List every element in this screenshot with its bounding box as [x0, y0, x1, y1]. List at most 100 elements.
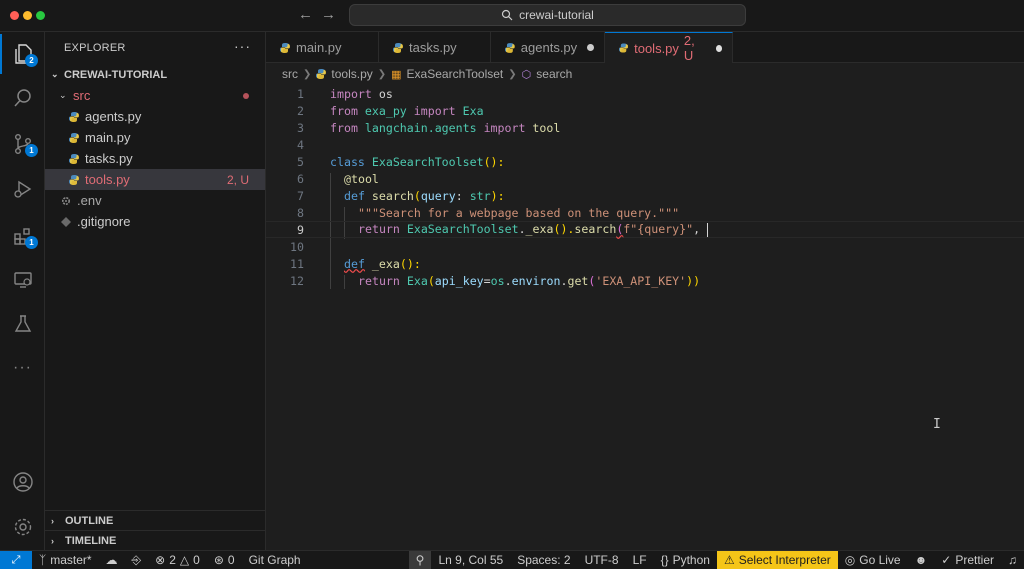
- accounts-activity[interactable]: [0, 462, 45, 502]
- code-line: 1 import os: [266, 85, 1024, 102]
- gear-icon: [61, 196, 71, 205]
- select-interpreter-button[interactable]: ⚠ Select Interpreter: [716, 550, 838, 569]
- bell-icon: ♫: [1008, 553, 1017, 567]
- ports-status[interactable]: ⊛ 0: [207, 551, 242, 569]
- python-file-icon: [505, 42, 515, 53]
- manage-activity[interactable]: [0, 507, 45, 547]
- unsaved-dot[interactable]: [587, 44, 594, 51]
- explorer-more-button[interactable]: ···: [234, 38, 251, 54]
- line-number: 12: [290, 273, 304, 288]
- chevron-right-icon: ›: [51, 515, 54, 526]
- workspace-root[interactable]: ⌄ CREWAI-TUTORIAL: [45, 64, 265, 85]
- line-number: 8: [297, 205, 304, 220]
- code-line: 8 """Search for a webpage based on the q…: [266, 204, 1024, 221]
- breadcrumb-method[interactable]: search: [536, 67, 572, 81]
- notifications-button[interactable]: ♫: [1001, 551, 1024, 569]
- source-control-activity[interactable]: 1: [0, 124, 45, 164]
- search-icon: [13, 89, 31, 107]
- line-number: 3: [297, 120, 304, 135]
- go-live-button[interactable]: ◎ Go Live: [838, 551, 908, 569]
- file-tools-py[interactable]: tools.py 2, U: [45, 169, 265, 190]
- account-icon: [12, 472, 33, 492]
- search-activity[interactable]: [0, 78, 45, 118]
- forward-arrow-icon[interactable]: →: [321, 6, 336, 23]
- code-editor[interactable]: 1 import os 2 from exa_py import Exa 3 f…: [266, 85, 1024, 550]
- testing-activity[interactable]: [0, 304, 45, 344]
- encoding-status[interactable]: UTF-8: [578, 551, 626, 569]
- source-status[interactable]: ⎆: [125, 551, 149, 569]
- tab-tasks-py[interactable]: tasks.py: [379, 32, 491, 63]
- outline-section[interactable]: › OUTLINE: [45, 510, 265, 530]
- problems-status[interactable]: ⊗ 2 △ 0: [148, 551, 207, 569]
- close-window-button[interactable]: [10, 11, 19, 20]
- more-activity[interactable]: ···: [0, 348, 45, 388]
- tab-label: tools.py: [634, 40, 679, 56]
- file-name: .gitignore: [77, 214, 131, 229]
- tab-agents-py[interactable]: agents.py: [491, 32, 605, 63]
- remote-indicator[interactable]: ⤢: [0, 550, 32, 569]
- activity-bar: 2 1 1 ···: [0, 32, 45, 550]
- file-main-py[interactable]: main.py: [45, 127, 265, 148]
- interpreter-label: Select Interpreter: [738, 553, 831, 567]
- timeline-section[interactable]: › TIMELINE: [45, 530, 265, 550]
- error-count: 2: [169, 553, 176, 567]
- copilot-status[interactable]: ☻: [908, 551, 935, 569]
- run-debug-activity[interactable]: [0, 169, 45, 209]
- breadcrumb-class[interactable]: ExaSearchToolset: [407, 67, 504, 81]
- command-center-search[interactable]: crewai-tutorial: [349, 4, 746, 26]
- file-status-decoration: 2, U: [226, 172, 249, 187]
- code-text: return Exa(api_key=os.environ.get('EXA_A…: [358, 273, 701, 288]
- tab-problem-badge: 2, U: [683, 33, 695, 63]
- tab-main-py[interactable]: main.py: [266, 32, 379, 63]
- line-number: 9: [297, 222, 304, 237]
- code-line: 2 from exa_py import Exa: [266, 102, 1024, 119]
- prettier-status[interactable]: ✓ Prettier: [934, 551, 1001, 569]
- chevron-right-icon: ❯: [303, 68, 312, 80]
- indentation-label: Spaces: 2: [517, 553, 571, 567]
- code-line: 12 return Exa(api_key=os.environ.get('EX…: [266, 272, 1024, 289]
- method-symbol-icon: ⬡: [521, 68, 532, 81]
- braces-icon: {}: [660, 553, 669, 567]
- cursor-position[interactable]: Ln 9, Col 55: [431, 551, 510, 569]
- outline-label: OUTLINE: [65, 514, 114, 527]
- file-gitignore[interactable]: .gitignore: [45, 211, 265, 232]
- error-icon: ⊗: [155, 553, 166, 567]
- minimize-window-button[interactable]: [23, 11, 32, 20]
- tab-label: tasks.py: [409, 40, 457, 55]
- encoding-label: UTF-8: [584, 553, 619, 567]
- text-cursor: [707, 222, 709, 237]
- file-env[interactable]: .env: [45, 190, 265, 211]
- branch-status[interactable]: ᛉ master*: [32, 551, 99, 569]
- maximize-window-button[interactable]: [36, 11, 45, 20]
- zoom-status[interactable]: ⚲: [408, 550, 432, 569]
- sync-status[interactable]: ☁: [99, 551, 125, 569]
- explorer-activity[interactable]: 2: [0, 34, 45, 74]
- line-number: 11: [290, 256, 304, 271]
- chevron-right-icon: ›: [51, 535, 54, 546]
- line-number: 5: [297, 154, 304, 169]
- unsaved-dot[interactable]: [715, 44, 722, 52]
- indentation-status[interactable]: Spaces: 2: [510, 551, 577, 569]
- tab-tools-py[interactable]: tools.py 2, U: [605, 32, 733, 63]
- breadcrumb-file[interactable]: tools.py: [331, 67, 372, 81]
- prettier-label: Prettier: [955, 553, 994, 567]
- file-agents-py[interactable]: agents.py: [45, 106, 265, 127]
- code-text: class ExaSearchToolset():: [330, 154, 505, 169]
- warning-icon: ⚠: [723, 553, 735, 567]
- code-text: import os: [330, 86, 393, 101]
- eol-status[interactable]: LF: [626, 551, 654, 569]
- remote-explorer-activity[interactable]: [0, 260, 45, 300]
- line-number: 4: [297, 137, 304, 152]
- code-text: """Search for a webpage based on the que…: [358, 205, 680, 220]
- chevron-down-icon: ⌄: [51, 69, 59, 79]
- git-graph-button[interactable]: Git Graph: [242, 551, 308, 569]
- back-arrow-icon[interactable]: ←: [298, 6, 313, 23]
- file-tasks-py[interactable]: tasks.py: [45, 148, 265, 169]
- code-text: @tool: [344, 171, 379, 186]
- code-text: def _exa():: [344, 256, 421, 271]
- file-name: main.py: [85, 130, 131, 145]
- breadcrumb-folder[interactable]: src: [282, 67, 298, 81]
- extensions-activity[interactable]: 1: [0, 216, 45, 256]
- language-status[interactable]: {} Python: [654, 551, 717, 569]
- folder-src[interactable]: ⌄ src: [45, 85, 265, 106]
